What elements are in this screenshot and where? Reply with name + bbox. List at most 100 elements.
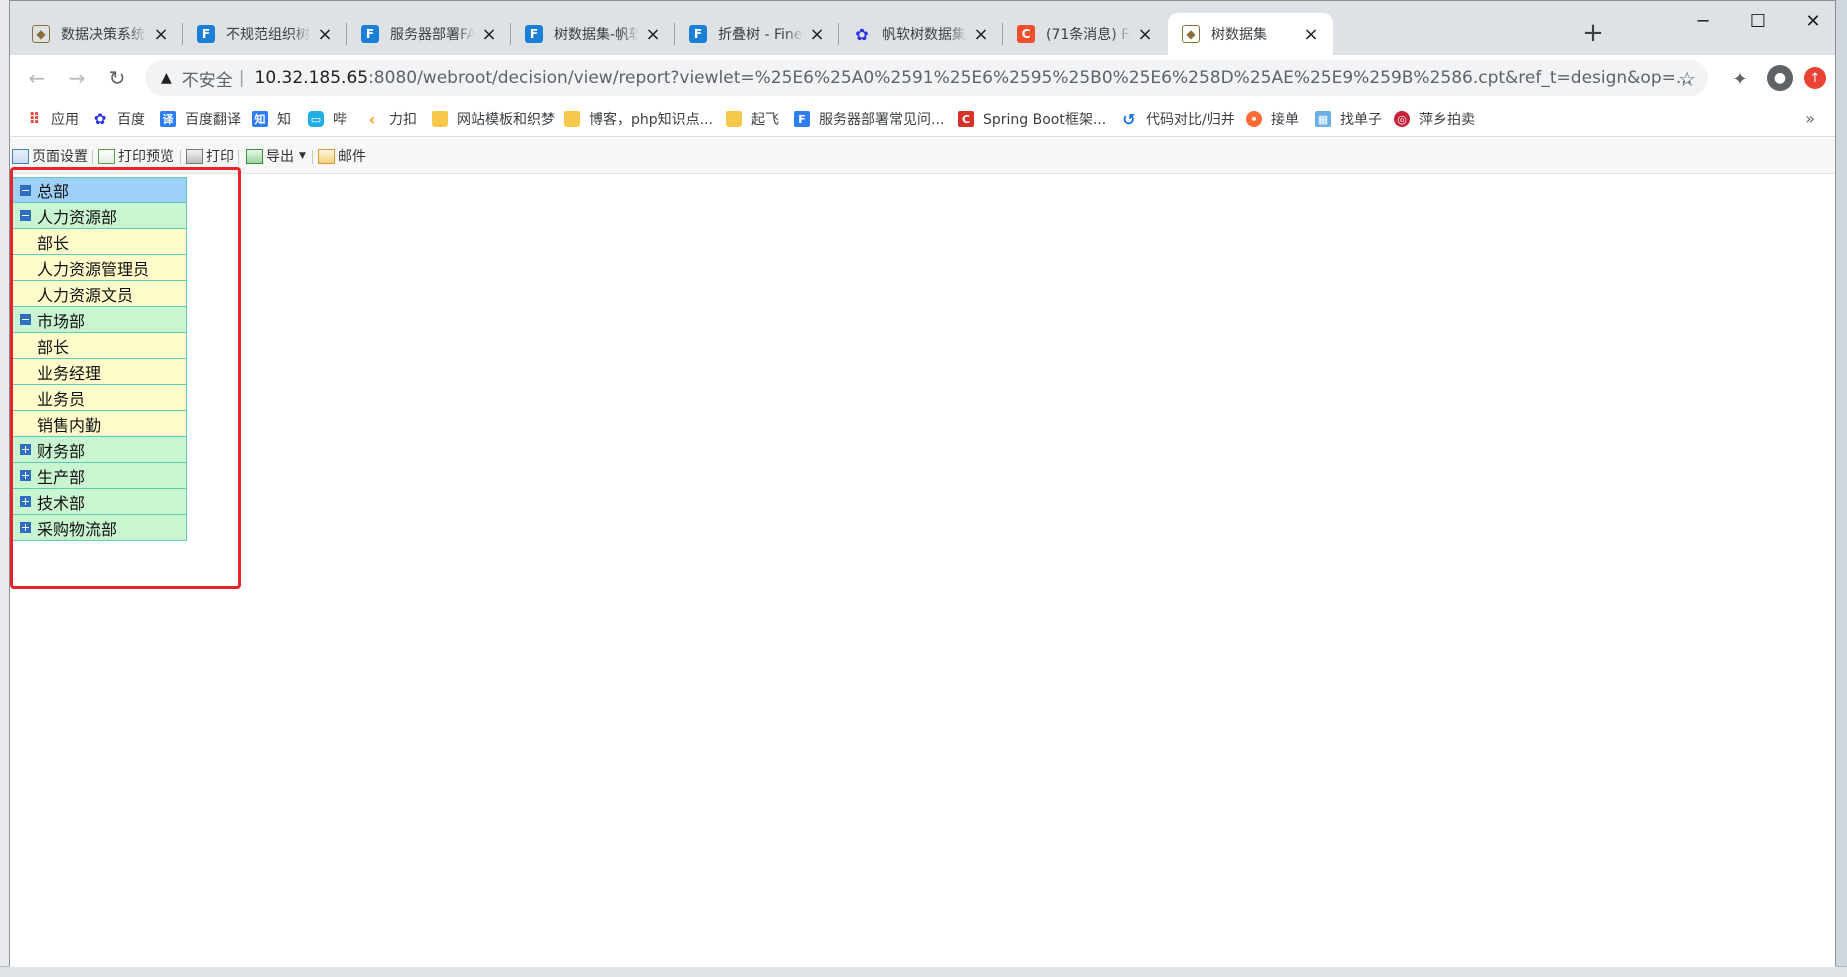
tree-row-label: 技术部 xyxy=(37,493,86,513)
tree-node-row[interactable]: 生产部 xyxy=(12,463,187,489)
bookmark-folder-templates[interactable]: 网站模板和织梦 xyxy=(432,107,555,131)
security-label[interactable]: 不安全 xyxy=(182,66,233,91)
tree-leaf-row: 人力资源文员 xyxy=(12,281,187,307)
expand-plus-icon[interactable] xyxy=(20,522,31,533)
bookmark-label: 知 xyxy=(277,112,291,128)
expand-plus-icon[interactable] xyxy=(20,496,31,507)
finereport-icon: F xyxy=(361,25,379,43)
tab-title: 树数据集 xyxy=(1211,27,1267,43)
bookmark-label: 服务器部署常见问... xyxy=(819,112,945,128)
collapse-minus-icon[interactable] xyxy=(20,210,31,221)
bookmark-label: 找单子 xyxy=(1340,112,1382,128)
bookmark-label: 萍乡拍卖 xyxy=(1419,112,1475,128)
tree-node-row[interactable]: 采购物流部 xyxy=(12,515,187,541)
tab-5[interactable]: ✿ 帆软树数据集组 × xyxy=(839,13,1003,55)
expand-plus-icon[interactable] xyxy=(20,444,31,455)
print-button[interactable]: 打印 xyxy=(186,146,234,166)
finereport-icon: F xyxy=(689,25,707,43)
export-button[interactable]: 导出 ▼ xyxy=(246,146,306,166)
bookmark-leetcode[interactable]: ‹ 力扣 xyxy=(364,107,417,131)
tab-close-icon[interactable]: × xyxy=(1135,24,1155,45)
tab-7-active[interactable]: ◆ 树数据集 × xyxy=(1168,13,1333,55)
toolbar-separator xyxy=(92,150,93,164)
print-preview-button[interactable]: 打印预览 xyxy=(98,146,174,166)
fine-decision-icon: ◆ xyxy=(32,25,50,43)
finereport-icon: F xyxy=(525,25,543,43)
print-preview-label: 打印预览 xyxy=(118,149,174,165)
tree-node-row[interactable]: 人力资源部 xyxy=(12,203,187,229)
tree-node-row[interactable]: 市场部 xyxy=(12,307,187,333)
bookmark-pingxiang-auction[interactable]: ◎ 萍乡拍卖 xyxy=(1394,107,1475,131)
bookmark-code-diff[interactable]: ↺ 代码对比/归并 xyxy=(1121,107,1234,131)
expand-plus-icon[interactable] xyxy=(20,470,31,481)
tab-close-icon[interactable]: × xyxy=(643,24,663,45)
tab-title: 折叠树 - FineRep xyxy=(718,27,803,43)
bookmark-server-faq[interactable]: F 服务器部署常见问... xyxy=(794,107,944,131)
tab-3[interactable]: F 树数据集-帆软搜 × xyxy=(511,13,675,55)
auction-icon: ◎ xyxy=(1394,111,1410,127)
close-window-icon[interactable]: ✕ xyxy=(1790,7,1836,35)
tree-node-row[interactable]: 财务部 xyxy=(12,437,187,463)
new-tab-button[interactable]: + xyxy=(1578,19,1608,49)
address-bar[interactable]: ▲ 不安全 | 10.32.185.65 :8080/webroot/decis… xyxy=(145,60,1708,96)
bookmark-bilibili[interactable]: ▭ 哔 xyxy=(308,107,347,131)
tree-leaf-row: 人力资源管理员 xyxy=(12,255,187,281)
warning-triangle-icon[interactable]: ▲ xyxy=(161,70,172,86)
bookmark-apps[interactable]: ⠿ 应用 xyxy=(26,107,79,131)
bookmark-folder-blog[interactable]: 博客，php知识点... xyxy=(564,107,713,131)
bookmark-find-orders[interactable]: ▦ 找单子 xyxy=(1315,107,1382,131)
tree-leaf-row: 销售内勤 xyxy=(12,411,187,437)
tab-close-icon[interactable]: × xyxy=(479,24,499,45)
browser-window: ◆ 数据决策系统 × F 不规范组织树报表 × F 服务器部署FAQ- × F … xyxy=(9,0,1836,967)
tab-6[interactable]: C (71条消息) FineR × xyxy=(1003,13,1167,55)
apps-grid-icon: ⠿ xyxy=(28,110,41,128)
tab-title: 数据决策系统 xyxy=(61,27,145,43)
bookmark-label: 应用 xyxy=(51,112,79,128)
bookmark-zhihu[interactable]: 知知 xyxy=(252,107,291,131)
bookmark-baidu-translate[interactable]: 译百度翻译 xyxy=(160,107,241,131)
back-arrow-icon[interactable]: ← xyxy=(22,63,52,93)
forward-arrow-icon[interactable]: → xyxy=(62,63,92,93)
bookmark-spring-boot[interactable]: C Spring Boot框架... xyxy=(958,107,1106,131)
tab-close-icon[interactable]: × xyxy=(807,24,827,45)
collapse-minus-icon[interactable] xyxy=(20,184,31,196)
tab-strip: ◆ 数据决策系统 × F 不规范组织树报表 × F 服务器部署FAQ- × F … xyxy=(10,1,1835,55)
bookmark-baidu[interactable]: ✿ 百度 xyxy=(92,107,145,131)
tree-node-row[interactable]: 技术部 xyxy=(12,489,187,515)
tab-close-icon[interactable]: × xyxy=(1301,24,1321,45)
tree-row-label: 市场部 xyxy=(37,311,86,331)
csdn-icon: C xyxy=(958,111,974,127)
tree-row-label: 生产部 xyxy=(37,467,86,487)
tab-0[interactable]: ◆ 数据决策系统 × xyxy=(18,13,183,55)
mail-button[interactable]: 邮件 xyxy=(318,146,366,166)
page-setup-button[interactable]: 页面设置 xyxy=(12,146,88,166)
tab-close-icon[interactable]: × xyxy=(315,24,335,45)
reload-icon[interactable]: ↻ xyxy=(102,63,132,93)
finereport-icon: F xyxy=(794,111,810,127)
tab-2[interactable]: F 服务器部署FAQ- × xyxy=(347,13,511,55)
update-arrow-icon[interactable]: ↑ xyxy=(1804,67,1826,89)
bookmark-folder-takeoff[interactable]: 起飞 xyxy=(726,107,779,131)
folder-icon xyxy=(432,111,448,127)
tree-row-label: 销售内勤 xyxy=(37,415,102,435)
profile-avatar-icon[interactable]: ● xyxy=(1767,65,1793,91)
tab-1[interactable]: F 不规范组织树报表 × xyxy=(183,13,347,55)
bookmarks-overflow-icon[interactable]: » xyxy=(1805,109,1815,128)
maximize-icon[interactable]: ☐ xyxy=(1735,7,1781,35)
folder-icon xyxy=(726,111,742,127)
tree-node-row[interactable]: 总部 xyxy=(12,177,187,203)
tab-close-icon[interactable]: × xyxy=(971,24,991,45)
export-icon xyxy=(246,148,263,164)
fine-decision-icon: ◆ xyxy=(1182,25,1200,43)
extensions-puzzle-icon[interactable]: ✦ xyxy=(1726,65,1754,93)
page-setup-icon xyxy=(12,148,29,164)
bookmark-label: 博客，php知识点... xyxy=(589,112,713,128)
collapse-minus-icon[interactable] xyxy=(20,314,31,325)
baidu-paw-icon: ✿ xyxy=(855,24,869,44)
minimize-icon[interactable]: ─ xyxy=(1680,7,1726,35)
tab-4[interactable]: F 折叠树 - FineRep × xyxy=(675,13,839,55)
bookmark-star-icon[interactable]: ☆ xyxy=(1678,67,1696,91)
bookmark-orders[interactable]: • 接单 xyxy=(1246,107,1299,131)
toolbar-separator xyxy=(180,150,181,164)
tab-close-icon[interactable]: × xyxy=(151,24,171,45)
